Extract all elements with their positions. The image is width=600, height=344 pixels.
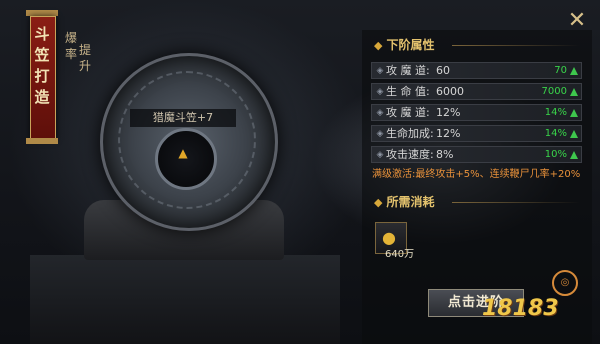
attr-bonus: 14% xyxy=(544,128,567,139)
attr-row: ◈ 生命加成: 12% 14% xyxy=(371,125,582,142)
attr-label: 生 命 值: xyxy=(386,85,430,98)
hat-icon: ▲ xyxy=(178,146,188,160)
up-arrow-icon xyxy=(570,67,578,75)
title-divider xyxy=(452,202,580,203)
watermark-logo-icon: ◎ xyxy=(552,270,578,296)
up-arrow-icon xyxy=(570,109,578,117)
gold-coin-icon: ● xyxy=(382,228,396,247)
attr-bonus: 10% xyxy=(544,149,567,160)
close-icon[interactable]: ✕ xyxy=(566,10,588,32)
attr-value: 12% xyxy=(436,127,461,140)
title-divider xyxy=(452,45,580,46)
up-arrow-icon xyxy=(570,151,578,159)
attr-row: ◈ 攻 魔 道: 60 70 xyxy=(371,62,582,79)
item-name-label: 猎魔斗笠+7 xyxy=(130,109,236,127)
up-arrow-icon xyxy=(570,88,578,96)
attr-bonus: 70 xyxy=(554,65,567,76)
full-level-bonus: 满级激活:最终攻击+5%、连续鞭尸几率+20% xyxy=(372,169,581,180)
attr-value: 8% xyxy=(436,148,454,161)
diamond-icon: ◈ xyxy=(376,87,384,97)
next-attrs-title: ◆ 下阶属性 xyxy=(374,37,434,54)
subtitle-drop-rate: 爆率 xyxy=(64,31,77,61)
banner-title: 斗笠打造 xyxy=(34,25,50,106)
diamond-icon: ◈ xyxy=(376,108,384,118)
attr-bonus: 14% xyxy=(544,107,567,118)
diamond-icon: ◈ xyxy=(376,129,384,139)
gem-icon: ◆ xyxy=(374,196,383,209)
attr-bonus: 7000 xyxy=(541,86,567,97)
diamond-icon: ◈ xyxy=(376,150,384,160)
attr-value: 60 xyxy=(436,64,450,77)
attr-label: 攻 魔 道: xyxy=(386,106,430,119)
diamond-icon: ◈ xyxy=(376,66,384,76)
cost-title: ◆ 所需消耗 xyxy=(374,194,434,211)
banner-bottom-cap xyxy=(26,138,58,144)
attr-value: 6000 xyxy=(436,85,464,98)
up-arrow-icon xyxy=(570,130,578,138)
attr-value: 12% xyxy=(436,106,461,119)
cost-title-text: 所需消耗 xyxy=(386,195,435,209)
attr-row: ◈ 攻 魔 道: 12% 14% xyxy=(371,104,582,121)
pedestal xyxy=(30,255,340,344)
subtitle-boost: 提升 xyxy=(78,43,91,73)
attr-label: 攻 魔 道: xyxy=(386,64,430,77)
attr-label: 攻击速度: xyxy=(386,148,434,161)
gem-icon: ◆ xyxy=(374,39,383,52)
next-attrs-title-text: 下阶属性 xyxy=(386,38,435,52)
attr-row: ◈ 攻击速度: 8% 10% xyxy=(371,146,582,163)
cost-amount: 640万 xyxy=(385,249,415,260)
attr-label: 生命加成: xyxy=(386,127,434,140)
forge-screen: 斗笠打造 爆率 提升 ▲ 猎魔斗笠+7 ◆ 下阶属性 ◈ 攻 魔 道: 60 70… xyxy=(0,0,600,344)
watermark: 18183 xyxy=(482,296,559,321)
attr-row: ◈ 生 命 值: 6000 7000 xyxy=(371,83,582,100)
